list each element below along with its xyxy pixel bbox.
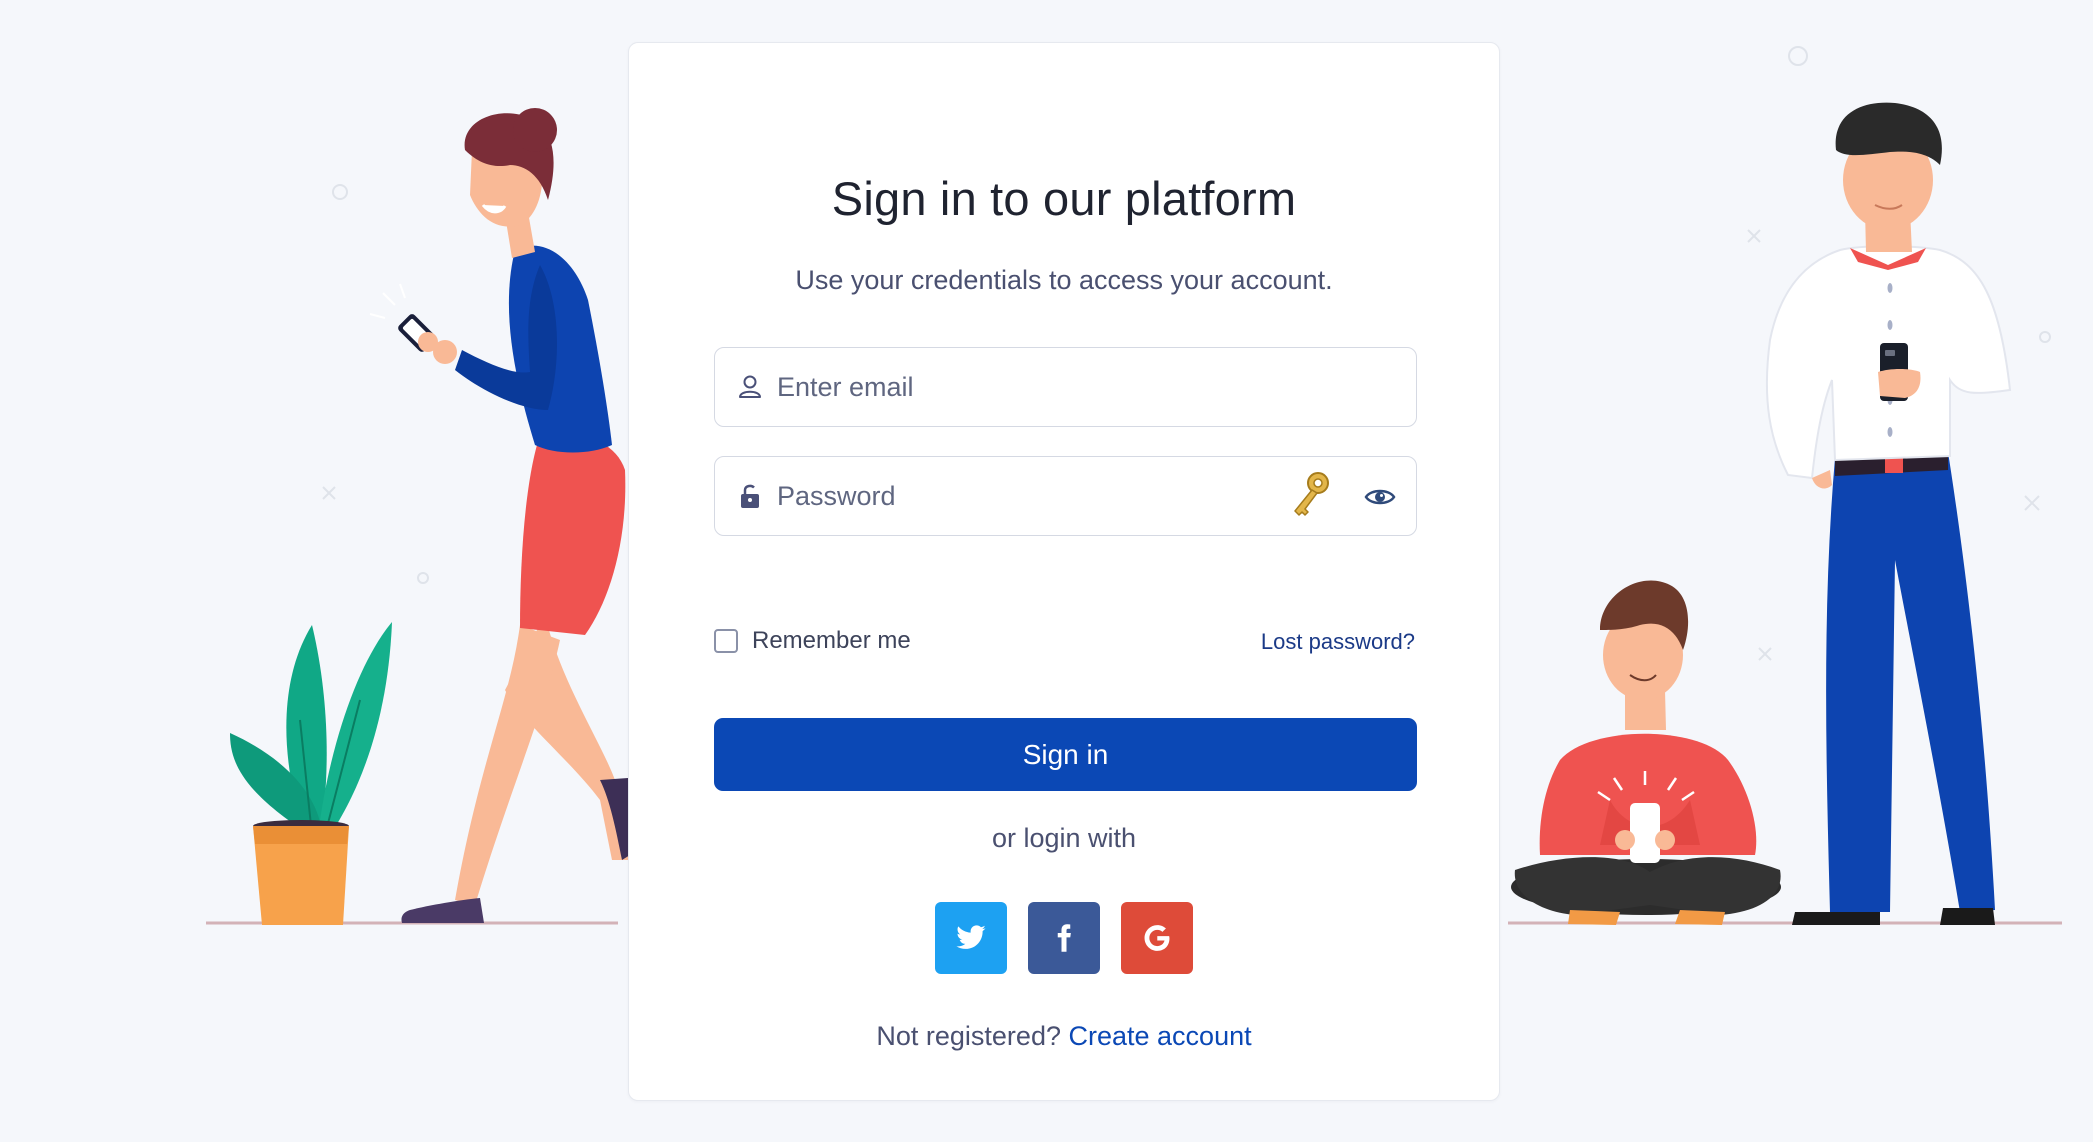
login-page: Sign in to our platform Use your credent… [0,0,2093,1142]
or-login-with-text: or login with [991,823,1137,853]
eye-icon[interactable] [1362,479,1398,515]
password-input[interactable] [777,457,1237,535]
decor-circle [1788,46,1808,66]
twitter-login-button[interactable] [935,902,1007,974]
remember-label[interactable]: Remember me [752,627,911,655]
decor-circle [2039,331,2051,343]
decor-circle [332,184,348,200]
decor-circle [417,572,429,584]
page-title: Sign in to our platform [831,172,1297,225]
plant-illustration [230,622,392,925]
create-account-link[interactable]: Create account [1069,1021,1252,1051]
facebook-login-button[interactable] [1028,902,1100,974]
remember-checkbox[interactable] [714,629,738,653]
unlock-icon [741,484,759,508]
woman-illustration [369,108,630,923]
standing-man-illustration [1765,102,2012,925]
twitter-icon [956,925,986,949]
user-icon [739,375,761,398]
sitting-boy-illustration [1511,580,1781,925]
email-input[interactable] [777,348,1237,426]
password-field[interactable] [714,456,1417,536]
facebook-icon [1057,924,1071,952]
email-field[interactable] [714,347,1417,427]
lost-password-link[interactable]: Lost password? [1261,629,1415,655]
key-icon[interactable] [1286,469,1334,521]
google-icon [1144,925,1170,951]
page-subtitle: Use your credentials to access your acco… [795,265,1333,295]
remember-me[interactable]: Remember me [714,627,911,655]
not-registered-text: Not registered? [876,1021,1061,1051]
register-prompt: Not registered? Create account [629,1021,1499,1052]
social-login-buttons [629,902,1499,974]
sign-in-button[interactable]: Sign in [714,718,1417,791]
google-login-button[interactable] [1121,902,1193,974]
login-card: Sign in to our platform Use your credent… [628,42,1500,1101]
